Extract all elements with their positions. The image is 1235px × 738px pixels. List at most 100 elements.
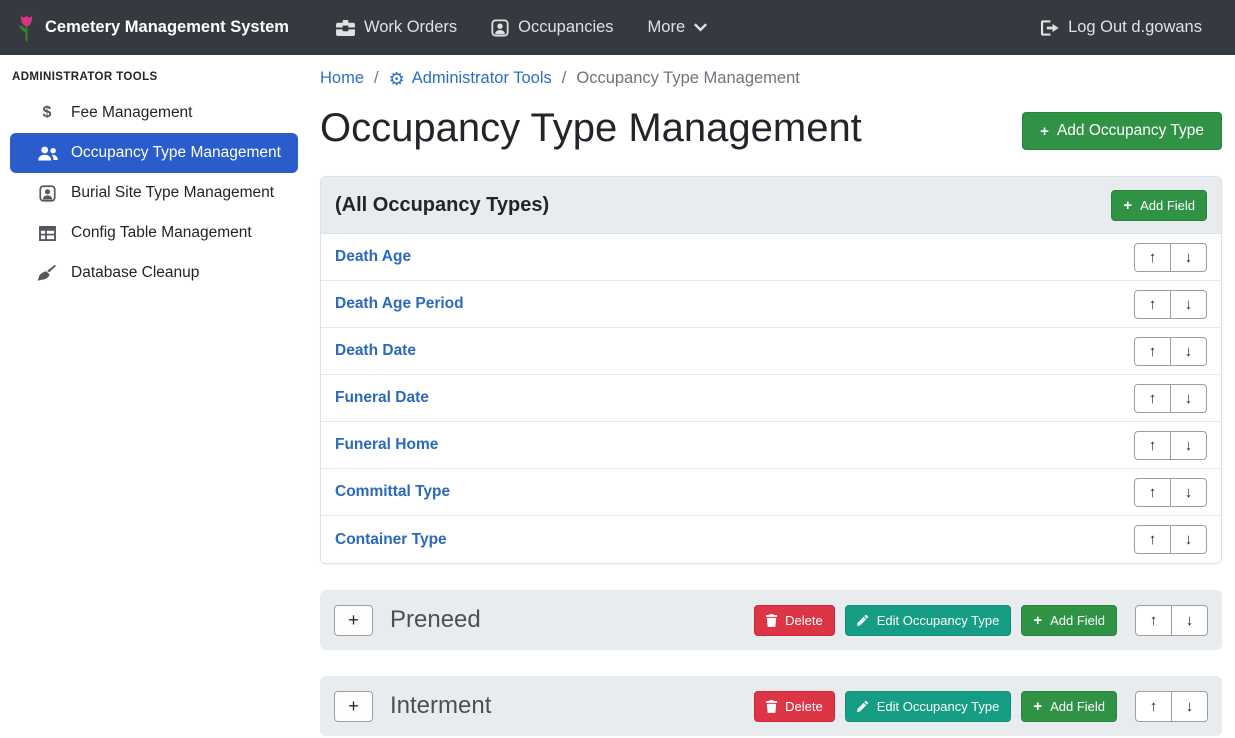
page-title: Occupancy Type Management — [320, 104, 862, 152]
sidebar-header: ADMINISTRATOR TOOLS — [10, 63, 298, 93]
arrow-down-icon: ↓ — [1185, 438, 1193, 453]
plus-icon: + — [348, 610, 359, 631]
section-preneed: + Preneed Delete — [320, 590, 1222, 650]
logout-button[interactable]: Log Out d.gowans — [1023, 10, 1219, 45]
arrow-down-icon: ↓ — [1185, 297, 1193, 312]
sidebar-item-database-cleanup[interactable]: Database Cleanup — [10, 253, 298, 293]
navbar-right: Log Out d.gowans — [1023, 10, 1219, 45]
field-link-container-type[interactable]: Container Type — [335, 531, 447, 549]
field-link-funeral-home[interactable]: Funeral Home — [335, 436, 438, 454]
delete-button[interactable]: Delete — [754, 605, 835, 636]
nav-work-orders[interactable]: Work Orders — [319, 10, 474, 45]
field-row: Container Type ↑ ↓ — [321, 516, 1221, 563]
page-layout: ADMINISTRATOR TOOLS $ Fee Management Occ… — [0, 55, 1235, 738]
nav-work-orders-label: Work Orders — [364, 18, 457, 37]
delete-button[interactable]: Delete — [754, 691, 835, 722]
plus-icon: + — [1033, 699, 1042, 714]
move-down-button[interactable]: ↓ — [1171, 691, 1208, 722]
page-header: Occupancy Type Management + Add Occupanc… — [320, 104, 1222, 152]
brand[interactable]: Cemetery Management System — [16, 13, 289, 43]
add-occupancy-type-button[interactable]: + Add Occupancy Type — [1022, 112, 1222, 150]
logout-icon — [1040, 20, 1059, 36]
plus-icon: + — [1123, 198, 1132, 213]
expand-button[interactable]: + — [334, 691, 373, 722]
edit-occupancy-type-button[interactable]: Edit Occupancy Type — [845, 691, 1012, 722]
sidebar-item-label: Occupancy Type Management — [71, 144, 281, 162]
move-up-button[interactable]: ↑ — [1135, 691, 1172, 722]
breadcrumb-home-link[interactable]: Home — [320, 69, 364, 88]
field-link-death-date[interactable]: Death Date — [335, 342, 416, 360]
field-link-funeral-date[interactable]: Funeral Date — [335, 389, 429, 407]
sidebar-item-occupancy-type-management[interactable]: Occupancy Type Management — [10, 133, 298, 173]
move-up-button[interactable]: ↑ — [1134, 431, 1171, 460]
arrow-up-icon: ↑ — [1149, 485, 1157, 500]
reorder-controls: ↑ ↓ — [1135, 691, 1208, 722]
breadcrumb-current: Occupancy Type Management — [576, 69, 800, 88]
move-up-button[interactable]: ↑ — [1134, 243, 1171, 272]
add-field-label: Add Field — [1050, 613, 1105, 628]
move-down-button[interactable]: ↓ — [1171, 605, 1208, 636]
arrow-up-icon: ↑ — [1149, 297, 1157, 312]
add-field-button[interactable]: + Add Field — [1021, 605, 1117, 636]
arrow-down-icon: ↓ — [1185, 391, 1193, 406]
delete-label: Delete — [785, 613, 823, 628]
move-up-button[interactable]: ↑ — [1134, 337, 1171, 366]
sidebar-item-burial-site-type-management[interactable]: Burial Site Type Management — [10, 173, 298, 213]
move-down-button[interactable]: ↓ — [1170, 243, 1207, 272]
occupancies-icon — [491, 19, 509, 37]
expand-button[interactable]: + — [334, 605, 373, 636]
nav-occupancies[interactable]: Occupancies — [474, 10, 630, 45]
plus-icon: + — [1040, 124, 1049, 139]
main-content: Home / ⚙ Administrator Tools / Occupancy… — [308, 55, 1235, 738]
field-row: Death Age Period ↑ ↓ — [321, 281, 1221, 328]
arrow-up-icon: ↑ — [1149, 344, 1157, 359]
section-title: Interment — [390, 692, 491, 720]
breadcrumb-admin-tools-link[interactable]: ⚙ Administrator Tools — [389, 69, 552, 88]
field-link-death-age[interactable]: Death Age — [335, 248, 411, 266]
broom-icon — [36, 265, 58, 281]
move-down-button[interactable]: ↓ — [1170, 290, 1207, 319]
field-link-committal-type[interactable]: Committal Type — [335, 483, 450, 501]
move-down-button[interactable]: ↓ — [1170, 337, 1207, 366]
section-title: Preneed — [390, 606, 481, 634]
users-icon — [36, 146, 58, 161]
sidebar-item-label: Config Table Management — [71, 224, 252, 242]
move-up-button[interactable]: ↑ — [1135, 605, 1172, 636]
app-title: Cemetery Management System — [45, 18, 289, 37]
nav-more-label: More — [648, 18, 686, 37]
edit-occupancy-type-label: Edit Occupancy Type — [877, 699, 1000, 714]
field-link-death-age-period[interactable]: Death Age Period — [335, 295, 464, 313]
plus-icon: + — [348, 696, 359, 717]
sidebar-item-config-table-management[interactable]: Config Table Management — [10, 213, 298, 253]
add-field-label: Add Field — [1050, 699, 1105, 714]
top-navbar: Cemetery Management System Work Orders O… — [0, 0, 1235, 55]
pencil-icon — [857, 614, 869, 626]
navbar-left: Cemetery Management System Work Orders O… — [16, 10, 724, 45]
nav-more[interactable]: More — [631, 10, 725, 45]
gear-icon: ⚙ — [389, 70, 405, 88]
arrow-up-icon: ↑ — [1150, 613, 1158, 628]
arrow-up-icon: ↑ — [1149, 391, 1157, 406]
move-down-button[interactable]: ↓ — [1170, 525, 1207, 554]
field-row: Committal Type ↑ ↓ — [321, 469, 1221, 516]
add-occupancy-type-label: Add Occupancy Type — [1057, 122, 1204, 140]
add-field-button[interactable]: + Add Field — [1021, 691, 1117, 722]
add-field-button[interactable]: + Add Field — [1111, 190, 1207, 221]
arrow-up-icon: ↑ — [1149, 438, 1157, 453]
field-row: Funeral Home ↑ ↓ — [321, 422, 1221, 469]
move-down-button[interactable]: ↓ — [1170, 431, 1207, 460]
move-up-button[interactable]: ↑ — [1134, 290, 1171, 319]
move-down-button[interactable]: ↓ — [1170, 478, 1207, 507]
move-down-button[interactable]: ↓ — [1170, 384, 1207, 413]
move-up-button[interactable]: ↑ — [1134, 525, 1171, 554]
move-up-button[interactable]: ↑ — [1134, 384, 1171, 413]
edit-occupancy-type-button[interactable]: Edit Occupancy Type — [845, 605, 1012, 636]
arrow-down-icon: ↓ — [1186, 613, 1194, 628]
reorder-controls: ↑ ↓ — [1134, 525, 1207, 554]
arrow-up-icon: ↑ — [1149, 532, 1157, 547]
reorder-controls: ↑ ↓ — [1134, 290, 1207, 319]
section-actions: Delete Edit Occupancy Type + Add Field — [754, 691, 1208, 722]
move-up-button[interactable]: ↑ — [1134, 478, 1171, 507]
sidebar-item-fee-management[interactable]: $ Fee Management — [10, 93, 298, 133]
brand-logo-icon — [16, 13, 37, 43]
